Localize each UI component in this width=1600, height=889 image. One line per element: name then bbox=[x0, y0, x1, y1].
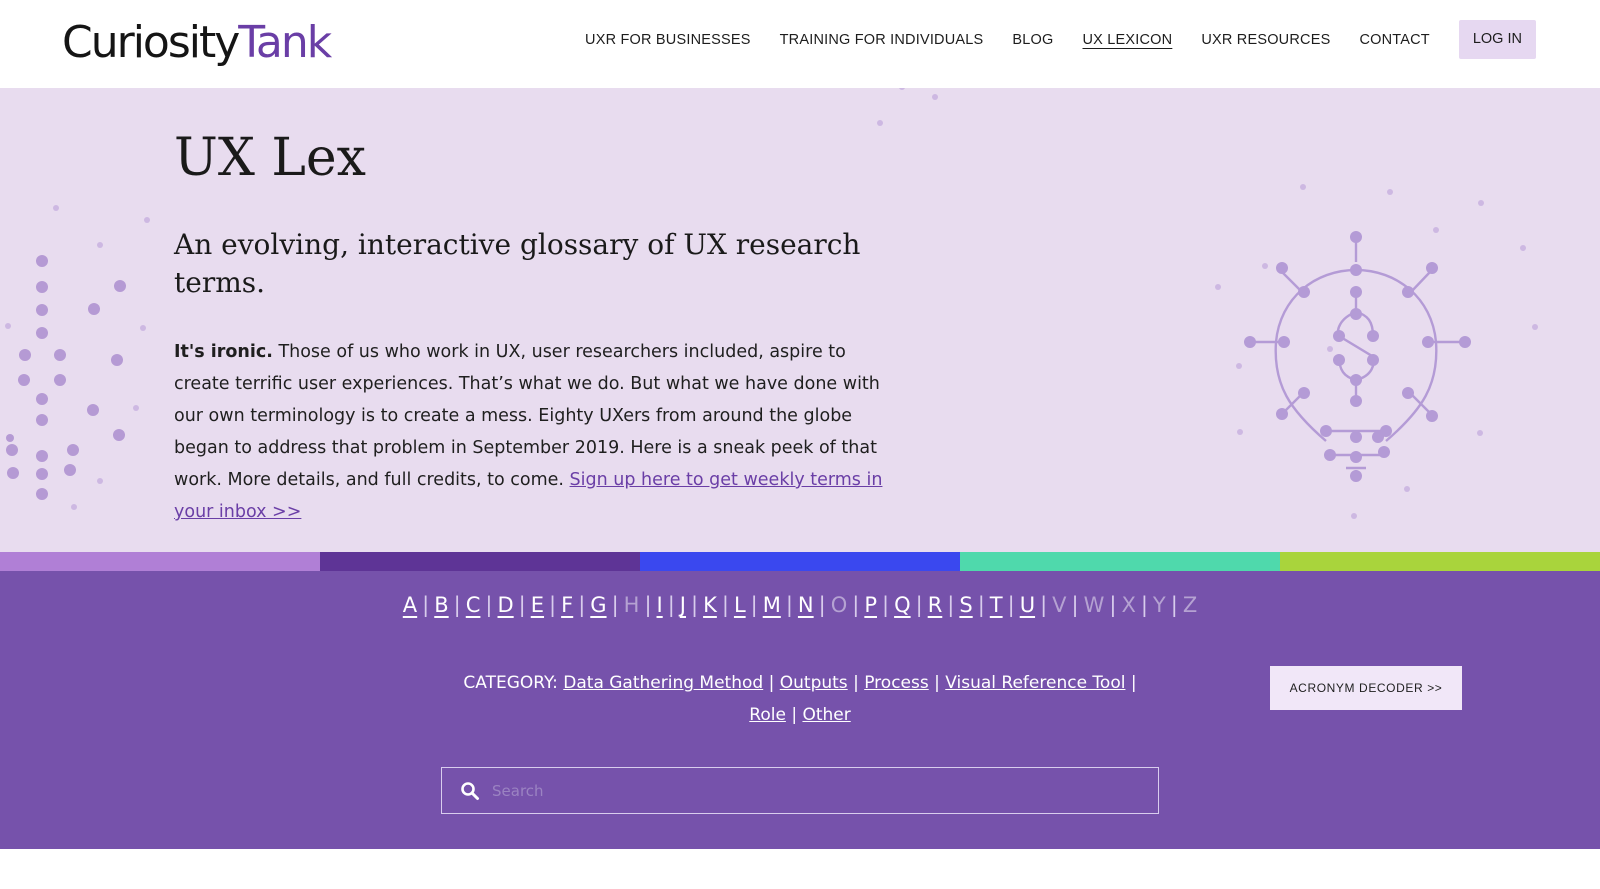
nav-uxr-resources[interactable]: UXR RESOURCES bbox=[1201, 32, 1330, 48]
category-label: CATEGORY: bbox=[463, 673, 558, 693]
alphabet-separator: | bbox=[1140, 593, 1148, 617]
intro-lead: It's ironic. bbox=[174, 342, 273, 362]
letter-x: X bbox=[1121, 593, 1136, 617]
alphabet-separator: | bbox=[852, 593, 860, 617]
alphabet-separator: | bbox=[1170, 593, 1178, 617]
letter-r[interactable]: R bbox=[928, 593, 943, 617]
letter-a[interactable]: A bbox=[403, 593, 417, 617]
letter-t[interactable]: T bbox=[990, 593, 1003, 617]
alphabet-separator: | bbox=[485, 593, 493, 617]
alphabet-separator: | bbox=[644, 593, 652, 617]
lightbulb-illustration bbox=[1244, 231, 1471, 482]
logo-text-tank: Tank bbox=[238, 17, 332, 68]
letter-f[interactable]: F bbox=[561, 593, 573, 617]
letter-q[interactable]: Q bbox=[894, 593, 911, 617]
alphabet-separator: | bbox=[721, 593, 729, 617]
letter-w: W bbox=[1083, 593, 1105, 617]
letter-u[interactable]: U bbox=[1020, 593, 1035, 617]
letter-d[interactable]: D bbox=[498, 593, 514, 617]
category-separator: | bbox=[1130, 673, 1137, 693]
search-icon bbox=[461, 781, 479, 800]
stripe-segment bbox=[960, 552, 1280, 571]
logo[interactable]: Curiosity Tank bbox=[62, 12, 332, 74]
alphabet-separator: | bbox=[1071, 593, 1079, 617]
letter-s[interactable]: S bbox=[959, 593, 972, 617]
alphabet-separator: | bbox=[915, 593, 923, 617]
category-data-gathering-method[interactable]: Data Gathering Method bbox=[563, 673, 763, 693]
alphabet-separator: | bbox=[611, 593, 619, 617]
letter-k[interactable]: K bbox=[703, 593, 717, 617]
letter-h: H bbox=[623, 593, 640, 617]
letter-e[interactable]: E bbox=[531, 593, 544, 617]
letter-i[interactable]: I bbox=[657, 593, 663, 617]
nav-blog[interactable]: BLOG bbox=[1012, 32, 1053, 48]
category-filter: CATEGORY: Data Gathering Method | Output… bbox=[440, 667, 1160, 731]
letter-n[interactable]: N bbox=[798, 593, 814, 617]
stripe-segment bbox=[1280, 552, 1600, 571]
nav-contact[interactable]: CONTACT bbox=[1359, 32, 1429, 48]
category-separator: | bbox=[791, 705, 798, 725]
nav-uxr-for-businesses[interactable]: UXR FOR BUSINESSES bbox=[585, 32, 751, 48]
category-other[interactable]: Other bbox=[802, 705, 850, 725]
alphabet-separator: | bbox=[667, 593, 675, 617]
letter-b[interactable]: B bbox=[434, 593, 448, 617]
alphabet-separator: | bbox=[1007, 593, 1015, 617]
category-visual-reference-tool[interactable]: Visual Reference Tool bbox=[945, 673, 1125, 693]
alphabet-separator: | bbox=[1040, 593, 1048, 617]
category-separator: | bbox=[853, 673, 859, 693]
alphabet-index: A | B | C | D | E | F | G | H | I | J | K | L | M | N | O | P | Q | R | S | T |… bbox=[0, 593, 1600, 617]
login-button[interactable]: LOG IN bbox=[1458, 20, 1536, 59]
letter-o: O bbox=[830, 593, 848, 617]
letter-p[interactable]: P bbox=[864, 593, 877, 617]
page-title: UX Lex bbox=[174, 128, 367, 188]
alphabet-separator: | bbox=[882, 593, 890, 617]
category-separator: | bbox=[768, 673, 775, 693]
alphabet-separator: | bbox=[947, 593, 955, 617]
glossary-filter-band: A | B | C | D | E | F | G | H | I | J | K | L | M | N | O | P | Q | R | S | T |… bbox=[0, 571, 1600, 849]
page-subtitle: An evolving, interactive glossary of UX … bbox=[174, 228, 861, 299]
stripe-segment bbox=[0, 552, 320, 571]
search-input[interactable] bbox=[492, 768, 1158, 813]
category-separator: | bbox=[934, 673, 940, 693]
letter-j[interactable]: J bbox=[680, 593, 686, 617]
letter-c[interactable]: C bbox=[466, 593, 481, 617]
hero-section: UX Lex An evolving, interactive glossary… bbox=[0, 88, 1600, 552]
site-header: Curiosity Tank UXR FOR BUSINESSES TRAININ… bbox=[0, 0, 1600, 88]
acronym-decoder-button[interactable]: ACRONYM DECODER >> bbox=[1270, 666, 1462, 710]
alphabet-separator: | bbox=[1109, 593, 1117, 617]
category-outputs[interactable]: Outputs bbox=[780, 673, 848, 693]
alphabet-separator: | bbox=[518, 593, 526, 617]
alphabet-separator: | bbox=[453, 593, 461, 617]
stripe-segment bbox=[320, 552, 640, 571]
letter-z: Z bbox=[1182, 593, 1198, 617]
alphabet-separator: | bbox=[549, 593, 557, 617]
alphabet-separator: | bbox=[422, 593, 430, 617]
category-process[interactable]: Process bbox=[864, 673, 929, 693]
letter-l[interactable]: L bbox=[734, 593, 746, 617]
nav-training-for-individuals[interactable]: TRAINING FOR INDIVIDUALS bbox=[780, 32, 984, 48]
alphabet-separator: | bbox=[578, 593, 586, 617]
stripe-segment bbox=[640, 552, 960, 571]
main-nav: UXR FOR BUSINESSES TRAINING FOR INDIVIDU… bbox=[556, 20, 1536, 59]
alphabet-separator: | bbox=[977, 593, 985, 617]
letter-g[interactable]: G bbox=[590, 593, 606, 617]
logo-text-curiosity: Curiosity bbox=[62, 17, 240, 68]
letter-y: Y bbox=[1152, 593, 1166, 617]
alphabet-separator: | bbox=[785, 593, 793, 617]
category-role[interactable]: Role bbox=[749, 705, 786, 725]
nav-ux-lexicon[interactable]: UX LEXICON bbox=[1083, 32, 1173, 48]
search-box bbox=[441, 767, 1159, 814]
color-stripe bbox=[0, 552, 1600, 571]
letter-m[interactable]: M bbox=[763, 593, 781, 617]
intro-text: Those of us who work in UX, user researc… bbox=[174, 342, 880, 490]
letter-v: V bbox=[1052, 593, 1067, 617]
intro-paragraph: It's ironic. Those of us who work in UX,… bbox=[174, 336, 894, 528]
alphabet-separator: | bbox=[818, 593, 826, 617]
alphabet-separator: | bbox=[691, 593, 699, 617]
alphabet-separator: | bbox=[750, 593, 758, 617]
